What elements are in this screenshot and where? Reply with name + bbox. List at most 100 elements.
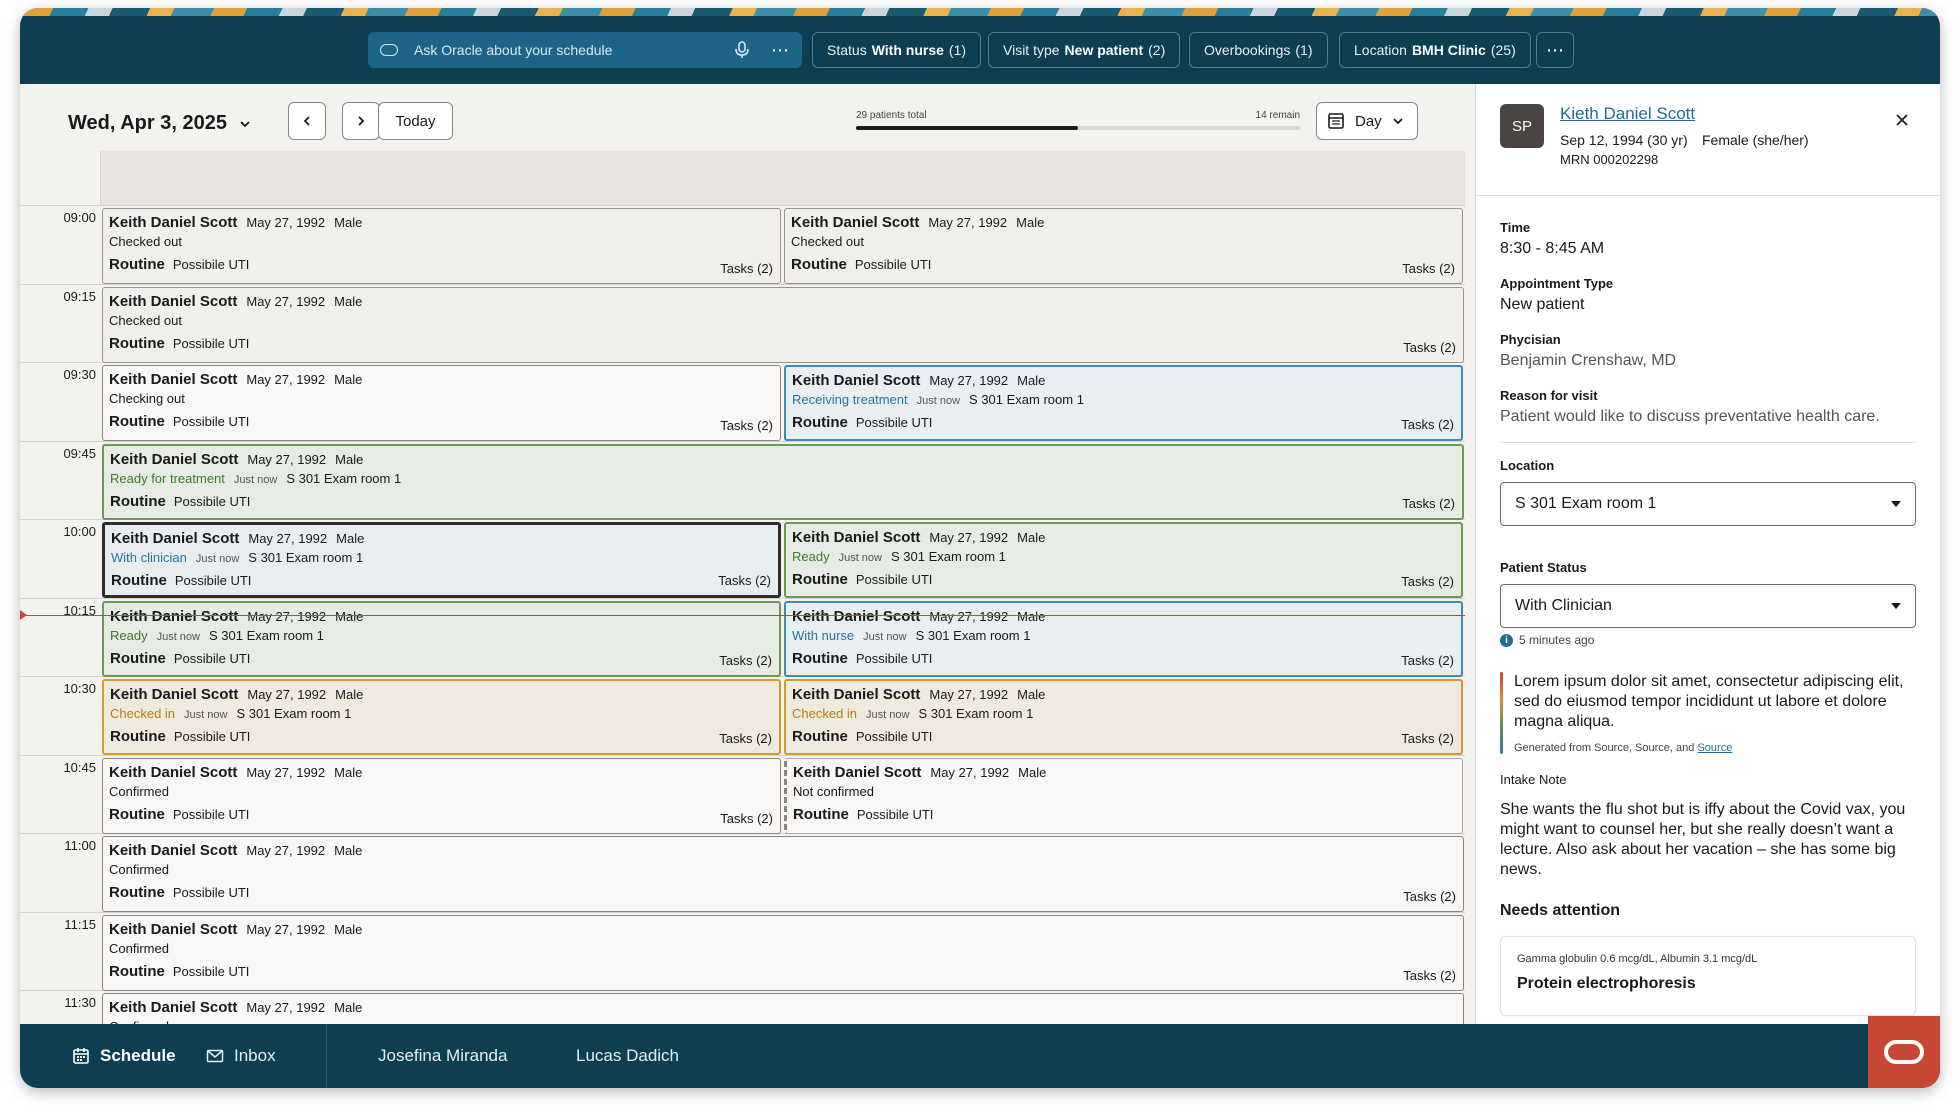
appointment-tasks[interactable]: Tasks (2) <box>1401 417 1454 432</box>
next-day-button[interactable] <box>342 102 380 140</box>
time-slot-label: 11:00 <box>64 838 96 853</box>
previous-day-button[interactable] <box>288 102 326 140</box>
patient-name-link[interactable]: Kieth Daniel Scott <box>1560 104 1695 124</box>
appointment-tasks[interactable]: Tasks (2) <box>720 811 773 826</box>
appointment-patient-name: Keith Daniel Scott <box>110 607 239 625</box>
ask-oracle-input[interactable]: Ask Oracle about your schedule ⋯ <box>368 32 802 68</box>
more-filters-button[interactable]: ⋯ <box>1536 32 1574 68</box>
filter-status[interactable]: Status With nurse (1) <box>812 32 982 68</box>
appointment-card[interactable]: Keith Daniel Scott May 27, 1992 Male Checke… <box>784 208 1463 284</box>
appointment-reason: Possibile UTI <box>172 885 250 900</box>
appointment-card[interactable]: Keith Daniel Scott May 27, 1992 Male Checki… <box>102 365 781 441</box>
today-button[interactable]: Today <box>378 102 453 140</box>
appointment-tasks[interactable]: Tasks (2) <box>720 261 773 276</box>
appointment-card[interactable]: Keith Daniel Scott May 27, 1992 Male With n… <box>784 600 1463 677</box>
appointment-tasks[interactable]: Tasks (2) <box>1402 261 1455 276</box>
appointment-status: Ready <box>792 549 830 564</box>
appointment-dob: May 27, 1992 <box>930 764 1010 780</box>
appointment-status: Checked out <box>109 234 182 249</box>
appointment-status-time: Just now <box>233 473 278 486</box>
appointment-card[interactable]: Keith Daniel Scott May 27, 1992 Male Not co… <box>784 757 1463 834</box>
appointment-status-time: Just now <box>916 395 961 407</box>
ai-source-link[interactable]: Source <box>1697 742 1732 754</box>
appointment-visit-type: Routine <box>792 414 848 431</box>
close-icon[interactable] <box>1894 112 1910 128</box>
appointment-tasks[interactable]: Tasks (2) <box>1403 340 1456 355</box>
view-select[interactable]: Day <box>1316 102 1418 140</box>
appointment-reason: Possibile UTI <box>173 493 251 509</box>
appointment-card[interactable]: Keith Daniel Scott May 27, 1992 Male Ready J… <box>784 522 1463 598</box>
appointment-visit-type: Routine <box>109 413 165 430</box>
appointment-tasks[interactable]: Tasks (2) <box>1401 653 1454 668</box>
appointment-tasks[interactable]: Tasks (2) <box>1401 574 1454 589</box>
time-label: Time <box>1500 220 1531 235</box>
appointment-tasks[interactable]: Tasks (2) <box>1402 496 1455 511</box>
microphone-icon[interactable] <box>733 41 751 59</box>
appointment-dob: May 27, 1992 <box>246 372 326 387</box>
date-picker[interactable]: Wed, Apr 3, 2025 <box>68 112 251 135</box>
appointment-patient-name: Keith Daniel Scott <box>110 450 239 468</box>
appointment-card[interactable]: Keith Daniel ScottMay 27, 1992MaleConfir… <box>102 757 781 834</box>
nav-inbox[interactable]: Inbox <box>206 1046 276 1066</box>
appointment-reason: Possibile UTI <box>172 963 250 979</box>
filter-value: BMH Clinic <box>1411 42 1486 58</box>
appointment-card[interactable]: Keith Daniel Scott May 27, 1992 Male With c… <box>102 522 781 598</box>
appointment-reason: Possibile UTI <box>173 650 251 666</box>
appointment-reason: Possibile UTI <box>856 806 934 822</box>
appointment-card[interactable]: Keith Daniel ScottMay 27, 1992MaleConfir… <box>102 914 1464 991</box>
appointment-card[interactable]: Keith Daniel Scott May 27, 1992 Male Ready … <box>102 443 1464 520</box>
progress-track <box>856 126 1300 130</box>
top-bar: Ask Oracle about your schedule ⋯ Status … <box>20 8 1940 84</box>
nav-user-tab[interactable]: Josefina Miranda <box>378 1046 507 1066</box>
appointment-card[interactable]: Keith Daniel Scott May 27, 1992 Male Checke… <box>784 679 1463 755</box>
appointment-tasks[interactable]: Tasks (2) <box>719 731 772 746</box>
ai-summary-text: Lorem ipsum dolor sit amet, consectetur … <box>1514 673 1904 730</box>
nav-user-tab[interactable]: Lucas Dadich <box>576 1046 679 1066</box>
appointment-tasks[interactable]: Tasks (2) <box>1403 968 1456 983</box>
time-value: 8:30 - 8:45 AM <box>1500 240 1605 257</box>
appointment-tasks[interactable]: Tasks (2) <box>719 653 772 668</box>
location-select-value: S 301 Exam room 1 <box>1515 495 1657 512</box>
appointment-card[interactable]: Keith Daniel Scott May 27, 1992 Male Ready J… <box>102 600 781 677</box>
appointment-sex: Male <box>1017 687 1046 702</box>
appointment-card[interactable]: Keith Daniel Scott May 27, 1992 Male Checke… <box>102 286 1464 363</box>
filter-location[interactable]: Location BMH Clinic (25) <box>1339 32 1531 68</box>
appointment-tasks[interactable]: Tasks (2) <box>1403 889 1456 904</box>
appointment-card[interactable]: Keith Daniel Scott May 27, 1992 Male Checke… <box>102 679 781 755</box>
appointment-card[interactable]: Keith Daniel Scott May 27, 1992 Male Receiv… <box>784 365 1463 441</box>
time-slot-label: 11:15 <box>64 916 96 932</box>
filter-count: (25) <box>1490 42 1516 58</box>
appointment-visit-type: Routine <box>793 805 849 823</box>
location-select[interactable]: S 301 Exam room 1 <box>1500 482 1916 526</box>
filter-overbookings[interactable]: Overbookings (1) <box>1189 32 1328 68</box>
nav-schedule[interactable]: Schedule <box>72 1046 176 1066</box>
filter-label: Location <box>1354 42 1407 58</box>
appointment-tasks[interactable]: Tasks (2) <box>720 418 773 433</box>
appointment-tasks[interactable]: Tasks (2) <box>1401 731 1454 746</box>
appointment-card[interactable]: Keith Daniel ScottMay 27, 1992MaleConfir… <box>102 836 1464 912</box>
oracle-assistant-button[interactable] <box>1868 1016 1940 1088</box>
chevron-down-icon <box>240 120 250 127</box>
appointment-reason: Possibile UTI <box>172 257 250 272</box>
appointment-room: S 301 Exam room 1 <box>891 549 1006 564</box>
ask-oracle-placeholder: Ask Oracle about your schedule <box>414 42 613 58</box>
appointment-sex: Male <box>334 372 363 387</box>
filter-visit-type[interactable]: Visit type New patient (2) <box>988 32 1181 68</box>
appointment-room: S 301 Exam room 1 <box>286 470 402 486</box>
appointment-card[interactable]: Keith Daniel Scott May 27, 1992 Male Checke… <box>102 208 781 284</box>
time-slot-label: 09:30 <box>63 367 96 382</box>
patient-status-select[interactable]: With Clinician <box>1500 584 1916 628</box>
needs-attention-card[interactable]: Gamma globulin 0.6 mcg/dL, Albumin 3.1 m… <box>1500 936 1916 1016</box>
appointment-tasks[interactable]: Tasks (2) <box>718 573 771 588</box>
appointment-status: Checking out <box>109 391 185 406</box>
filter-label: Visit type <box>1003 42 1060 58</box>
filter-value: New patient <box>1064 42 1144 58</box>
mail-icon <box>206 1049 224 1063</box>
appointment-dob: May 27, 1992 <box>246 215 326 230</box>
status-timestamp: i 5 minutes ago <box>1500 633 1594 647</box>
physician-value: Benjamin Crenshaw, MD <box>1500 352 1677 369</box>
appointment-sex: Male <box>335 451 364 467</box>
ask-more-icon[interactable]: ⋯ <box>771 40 790 61</box>
appointment-room: S 301 Exam room 1 <box>248 550 364 565</box>
appointment-card[interactable]: Keith Daniel ScottMay 27, 1992MaleConfir… <box>102 993 1464 1025</box>
